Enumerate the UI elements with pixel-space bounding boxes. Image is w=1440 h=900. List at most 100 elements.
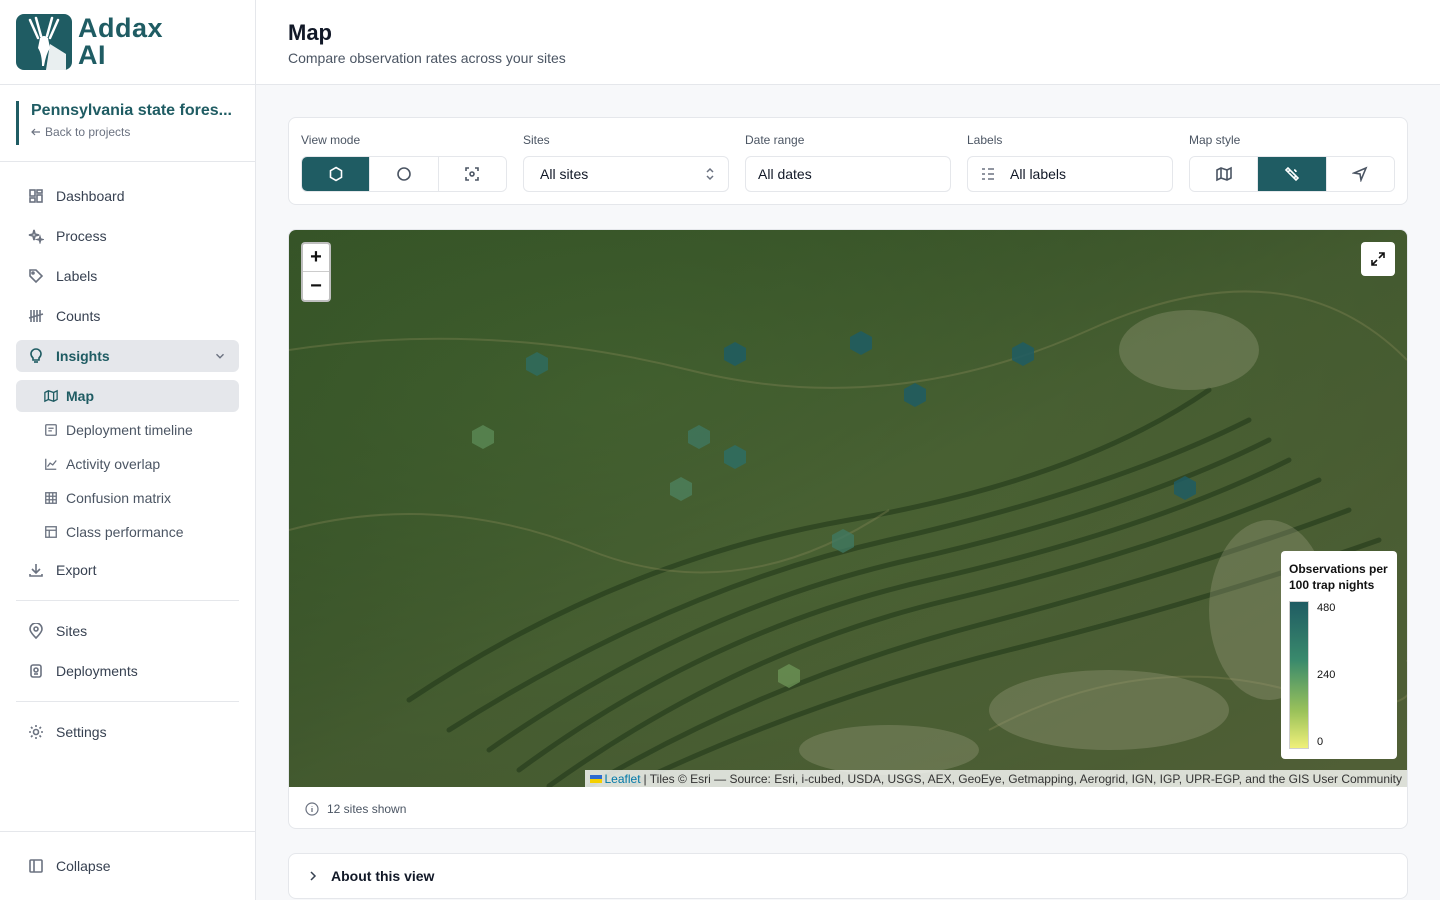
nav-subitem-deployment-timeline[interactable]: Deployment timeline — [16, 414, 239, 446]
legend-title: Observations per 100 trap nights — [1289, 562, 1388, 592]
nav-item-sites[interactable]: Sites — [16, 615, 239, 647]
timeline-icon — [45, 424, 57, 436]
view-mode-circle-button[interactable] — [370, 157, 439, 191]
nav-subitem-class-performance[interactable]: Class performance — [16, 516, 239, 548]
sparkles-icon — [28, 229, 44, 244]
nav-item-deployments[interactable]: Deployments — [16, 655, 239, 687]
zoom-out-button[interactable]: − — [303, 272, 329, 300]
nav-item-process[interactable]: Process — [16, 220, 239, 252]
date-range-picker[interactable]: All dates — [745, 156, 951, 192]
download-icon — [29, 564, 43, 577]
map-style-streets-button[interactable] — [1190, 157, 1259, 191]
nav-item-dashboard[interactable]: Dashboard — [16, 180, 239, 212]
nav-label: Deployments — [56, 663, 138, 679]
scan-icon — [465, 167, 480, 181]
chevron-right-icon — [310, 871, 317, 881]
view-mode-control: View mode — [301, 132, 507, 192]
nav-subitem-confusion-matrix[interactable]: Confusion matrix — [16, 482, 239, 514]
back-to-projects-link[interactable]: Back to projects — [31, 125, 242, 139]
map-icon — [1215, 166, 1232, 182]
maximize-icon — [1371, 252, 1385, 266]
legend-tick-min: 0 — [1317, 736, 1324, 748]
legend-tick-max: 480 — [1317, 602, 1336, 614]
nav-label: Dashboard — [56, 188, 125, 204]
sidebar-divider — [0, 831, 255, 832]
about-this-view-accordion[interactable]: About this view — [288, 853, 1408, 899]
labels-control: Labels All labels — [967, 132, 1173, 192]
date-range-control: Date range All dates — [745, 132, 951, 192]
date-range-label: Date range — [745, 133, 805, 147]
nav-item-labels[interactable]: Labels — [16, 260, 239, 292]
panel-left-icon — [29, 859, 43, 873]
nav-label: Confusion matrix — [66, 490, 172, 506]
nav-item-export[interactable]: Export — [16, 554, 239, 586]
sidebar-divider — [0, 161, 255, 162]
nav-label: Process — [56, 228, 107, 244]
map-pin-icon — [29, 623, 43, 639]
main-nav: Dashboard Process Labels Counts Insights… — [16, 180, 239, 748]
map-controls: View mode Sites All sites Date range All… — [288, 117, 1408, 205]
sites-select[interactable]: All sites — [523, 156, 729, 192]
nav-label: Collapse — [56, 858, 111, 874]
map-card: + − Observations per 100 trap nights 480… — [288, 229, 1408, 829]
project-title: Pennsylvania state fores... — [31, 102, 232, 119]
map-style-toggle — [1189, 156, 1395, 192]
ukraine-flag-icon — [589, 774, 602, 783]
sites-shown-count: 12 sites shown — [327, 802, 407, 816]
sidebar: Addax AI Pennsylvania state fores... Bac… — [0, 0, 256, 900]
sites-select-value: All sites — [540, 166, 589, 182]
page-subtitle: Compare observation rates across your si… — [288, 50, 566, 66]
dashboard-icon — [29, 189, 43, 203]
sidebar-divider — [0, 84, 255, 85]
table-icon — [45, 526, 57, 538]
info-icon — [305, 802, 319, 816]
nav-subitem-map[interactable]: Map — [16, 380, 239, 412]
nav-item-counts[interactable]: Counts — [16, 300, 239, 332]
nav-label: Settings — [56, 724, 107, 740]
satellite-icon — [1284, 166, 1300, 182]
navigation-icon — [1352, 166, 1368, 182]
arrow-left-icon — [31, 128, 40, 136]
map-canvas[interactable]: + − Observations per 100 trap nights 480… — [289, 230, 1407, 787]
project-switcher: Pennsylvania state fores... Back to proj… — [16, 101, 242, 145]
page-header: Map Compare observation rates across you… — [256, 0, 1440, 85]
map-legend: Observations per 100 trap nights 480 240… — [1281, 551, 1397, 759]
sites-control: Sites All sites — [523, 132, 729, 192]
leaflet-link[interactable]: Leaflet — [605, 772, 641, 786]
page-title: Map — [288, 20, 332, 45]
zoom-in-button[interactable]: + — [303, 244, 329, 272]
line-chart-icon — [45, 458, 57, 470]
hexagon-icon — [329, 166, 342, 182]
nav-item-insights[interactable]: Insights — [16, 340, 239, 372]
zoom-control: + − — [301, 242, 331, 302]
brand-name-line2: AI — [78, 40, 106, 70]
nav-label: Deployment timeline — [66, 422, 193, 438]
labels-select[interactable]: All labels — [967, 156, 1173, 192]
circle-icon — [397, 167, 411, 181]
nav-label: Export — [56, 562, 97, 578]
list-filter-icon — [982, 168, 994, 180]
nav-label: Map — [66, 388, 94, 404]
map-style-control: Map style — [1189, 132, 1395, 192]
view-mode-cluster-button[interactable] — [438, 157, 506, 191]
map-footer: 12 sites shown — [305, 802, 406, 816]
date-range-value: All dates — [758, 166, 812, 182]
camera-trap-icon — [30, 664, 42, 678]
back-to-projects-label: Back to projects — [45, 125, 131, 139]
antelope-logo-icon — [16, 14, 72, 70]
nav-label: Labels — [56, 268, 98, 284]
map-style-satellite-button[interactable] — [1258, 157, 1327, 191]
collapse-sidebar-button[interactable]: Collapse — [16, 850, 239, 882]
tag-icon — [29, 269, 44, 284]
brand-logo[interactable]: Addax AI — [16, 14, 163, 70]
attribution-text: | Tiles © Esri — Source: Esri, i-cubed, … — [643, 771, 1402, 786]
lightbulb-icon — [30, 348, 42, 363]
fullscreen-button[interactable] — [1361, 242, 1395, 276]
map-style-label: Map style — [1189, 133, 1241, 147]
gear-icon — [29, 725, 43, 739]
view-mode-hexagon-button[interactable] — [302, 157, 371, 191]
nav-subitem-activity-overlap[interactable]: Activity overlap — [16, 448, 239, 480]
map-style-terrain-button[interactable] — [1326, 157, 1394, 191]
nav-item-settings[interactable]: Settings — [16, 716, 239, 748]
labels-select-value: All labels — [1010, 166, 1067, 182]
